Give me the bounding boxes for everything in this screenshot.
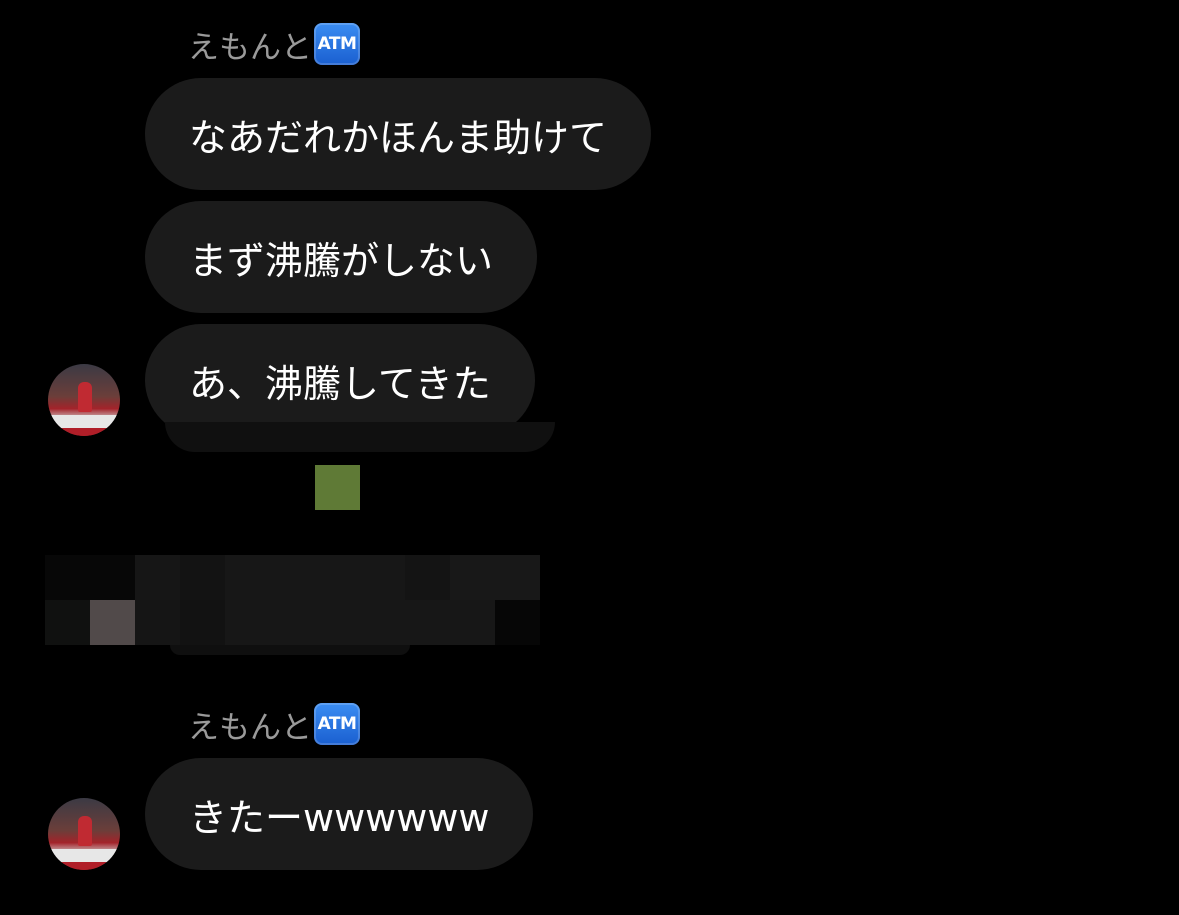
message-text: なあだれかほんま助けて <box>189 115 608 160</box>
avatar-band <box>48 428 120 436</box>
message-text: あ、沸騰してきた <box>189 361 491 406</box>
redacted-pixel <box>135 555 180 600</box>
redacted-pixel <box>45 555 135 600</box>
redacted-region <box>170 645 410 655</box>
message-text: きたーwwwwww <box>189 795 490 840</box>
atm-icon: ATM <box>314 703 360 745</box>
avatar-band <box>48 415 120 428</box>
redacted-pixel <box>225 600 495 645</box>
avatar-figure <box>78 816 92 846</box>
redacted-pixel <box>135 600 180 645</box>
redacted-pixel <box>450 555 540 600</box>
sender-avatar[interactable] <box>48 798 120 870</box>
message-bubble[interactable]: きたーwwwwww <box>145 758 534 870</box>
sender-avatar[interactable] <box>48 364 120 436</box>
redacted-pixel <box>180 600 225 645</box>
atm-icon: ATM <box>314 23 360 65</box>
avatar-figure <box>78 382 92 412</box>
sender-name: えもんと <box>188 29 312 66</box>
avatar-band <box>48 862 120 870</box>
redacted-pixel <box>225 555 405 600</box>
sender-header: えもんと ATM <box>188 700 360 748</box>
redacted-region <box>165 422 555 452</box>
message-bubble[interactable]: あ、沸騰してきた <box>145 324 535 436</box>
avatar-band <box>48 849 120 862</box>
message-bubble[interactable]: なあだれかほんま助けて <box>145 78 652 190</box>
redacted-pixel <box>405 555 450 600</box>
redacted-pixel <box>495 600 540 645</box>
redacted-pixel <box>45 600 90 645</box>
redacted-pixel <box>90 600 135 645</box>
message-bubble[interactable]: まず沸騰がしない <box>145 201 538 313</box>
sender-header: えもんと ATM <box>188 20 360 68</box>
redacted-pixel <box>315 465 360 510</box>
sender-name: えもんと <box>188 709 312 746</box>
redacted-pixel <box>180 555 225 600</box>
message-text: まず沸騰がしない <box>189 238 494 283</box>
